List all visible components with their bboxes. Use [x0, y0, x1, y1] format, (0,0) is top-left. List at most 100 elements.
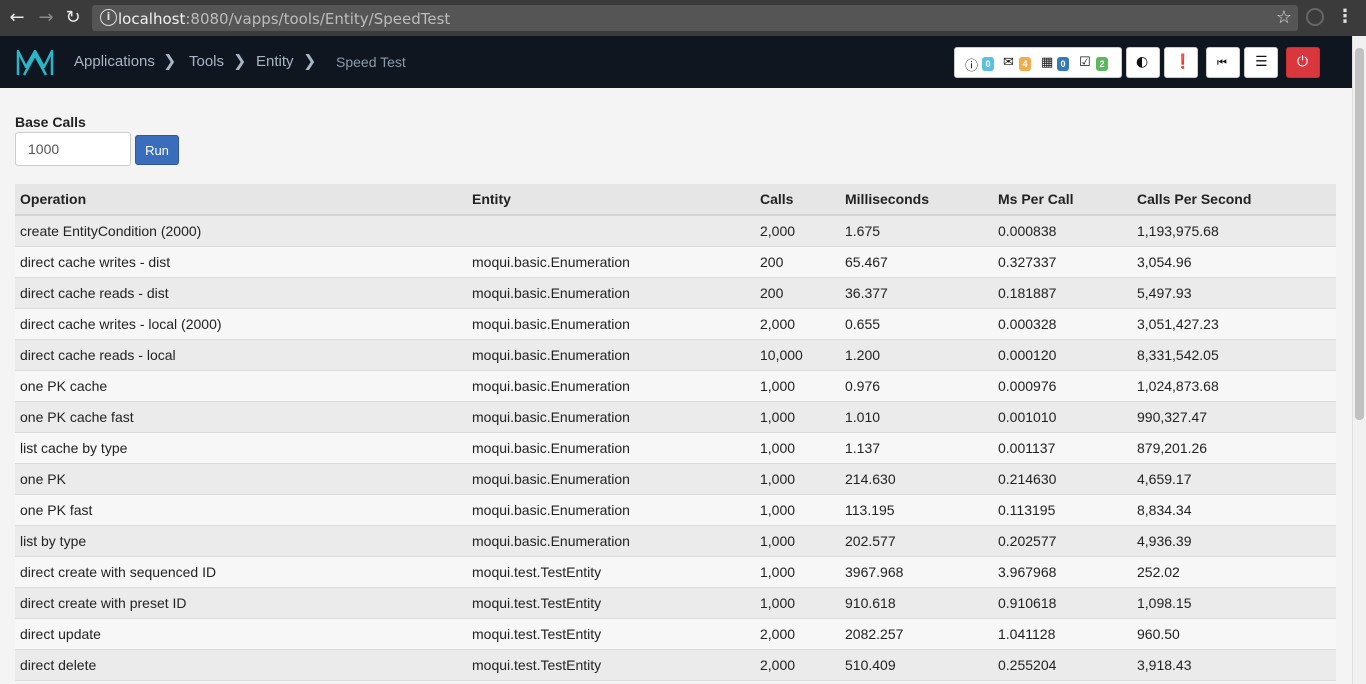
operation-cell: one PK fast [15, 494, 467, 526]
calls-cell: 1,000 [755, 587, 840, 619]
calendar-icon: ▦ [1041, 55, 1054, 70]
column-header-ms-per-call: Ms Per Call [993, 184, 1132, 216]
task-count-badge: 2 [1096, 57, 1108, 71]
operation-cell: one PK cache [15, 370, 467, 402]
calls-per-second-cell: 879,201.26 [1132, 432, 1336, 464]
base-calls-input[interactable] [15, 132, 131, 166]
calls-per-second-cell: 4,936.39 [1132, 525, 1336, 557]
speed-test-results-table: Operation Entity Calls Milliseconds Ms P… [15, 184, 1336, 681]
breadcrumb-tools[interactable]: Tools [189, 53, 224, 70]
calls-per-second-cell: 3,054.96 [1132, 246, 1336, 278]
table-row: create EntityCondition (2000) 2,000 1.675 0… [15, 215, 1336, 247]
table-row: direct create with sequenced ID moqui.tes… [15, 556, 1336, 588]
milliseconds-cell: 2082.257 [840, 618, 993, 650]
scrollbar-thumb[interactable] [1355, 48, 1364, 420]
calls-cell: 2,000 [755, 308, 840, 340]
address-bar[interactable]: i localhost:8080/vapps/tools/Entity/Spee… [92, 5, 1298, 31]
history-back-button[interactable]: ⏮ [1206, 47, 1240, 78]
app-header: Applications ❯ Tools ❯ Entity ❯ Speed Te… [0, 36, 1352, 88]
url-text[interactable]: localhost:8080/vapps/tools/Entity/SpeedT… [118, 10, 450, 28]
screen-list-button[interactable]: ☰ [1244, 47, 1278, 78]
entity-cell: moqui.basic.Enumeration [467, 339, 755, 371]
calls-per-second-cell: 3,918.43 [1132, 649, 1336, 681]
calls-per-second-cell: 960.50 [1132, 618, 1336, 650]
breadcrumb-entity[interactable]: Entity [256, 53, 294, 70]
table-row: direct delete moqui.test.TestEntity 2,000 5… [15, 649, 1336, 681]
operation-cell: direct cache writes - local (2000) [15, 308, 467, 340]
ms-per-call-cell: 0.000976 [993, 370, 1132, 402]
calls-cell: 1,000 [755, 401, 840, 433]
table-row: list by type moqui.basic.Enumeration 1,000… [15, 525, 1336, 557]
kebab-menu-icon[interactable]: ⋮ [1336, 8, 1354, 26]
calls-per-second-cell: 1,024,873.68 [1132, 370, 1336, 402]
theme-toggle-button[interactable]: ◐ [1126, 47, 1160, 78]
site-info-icon[interactable]: i [100, 9, 117, 26]
column-header-milliseconds: Milliseconds [840, 184, 993, 216]
calls-per-second-cell: 252.02 [1132, 556, 1336, 588]
ms-per-call-cell: 0.000120 [993, 339, 1132, 371]
milliseconds-cell: 36.377 [840, 277, 993, 309]
table-row: one PK moqui.basic.Enumeration 1,000 214.63… [15, 463, 1336, 495]
column-header-calls: Calls [755, 184, 840, 216]
operation-cell: direct delete [15, 649, 467, 681]
event-count-badge: 0 [1057, 57, 1069, 71]
operation-cell: one PK cache fast [15, 401, 467, 433]
breadcrumb-applications[interactable]: Applications [74, 53, 155, 70]
milliseconds-cell: 510.409 [840, 649, 993, 681]
table-row: direct cache reads - local moqui.basic.En… [15, 339, 1336, 371]
info-icon: ⓘ [965, 59, 979, 74]
entity-cell: moqui.test.TestEntity [467, 556, 755, 588]
moqui-logo-icon[interactable] [16, 47, 54, 77]
table-row: one PK fast moqui.basic.Enumeration 1,000 1… [15, 494, 1336, 526]
milliseconds-cell: 1.137 [840, 432, 993, 464]
calls-cell: 1,000 [755, 463, 840, 495]
ms-per-call-cell: 1.041128 [993, 618, 1132, 650]
entity-cell: moqui.basic.Enumeration [467, 401, 755, 433]
milliseconds-cell: 202.577 [840, 525, 993, 557]
url-path: :8080/vapps/tools/Entity/SpeedTest [185, 10, 451, 28]
notification-group[interactable]: ⓘ 0 ✉ 4 ▦ 0 ☑ 2 [954, 47, 1122, 78]
task-check-icon: ☑ [1079, 55, 1091, 70]
entity-cell: moqui.test.TestEntity [467, 649, 755, 681]
page-scrollbar[interactable] [1352, 36, 1366, 684]
calls-per-second-cell: 5,497.93 [1132, 277, 1336, 309]
ms-per-call-cell: 0.000328 [993, 308, 1132, 340]
entity-cell: moqui.basic.Enumeration [467, 494, 755, 526]
milliseconds-cell: 1.200 [840, 339, 993, 371]
ms-per-call-cell: 3.967968 [993, 556, 1132, 588]
logout-button[interactable]: ⏻ [1286, 47, 1320, 78]
extension-icon[interactable] [1306, 8, 1324, 26]
ms-per-call-cell: 0.255204 [993, 649, 1132, 681]
milliseconds-cell: 1.675 [840, 215, 993, 247]
column-header-calls-per-second: Calls Per Second [1132, 184, 1336, 216]
reload-icon[interactable]: ↻ [62, 7, 84, 29]
entity-cell: moqui.test.TestEntity [467, 587, 755, 619]
calls-per-second-cell: 990,327.47 [1132, 401, 1336, 433]
calls-cell: 2,000 [755, 618, 840, 650]
table-row: direct create with preset ID moqui.test.T… [15, 587, 1336, 619]
chevron-right-icon: ❯ [163, 51, 177, 70]
message-count-badge: 4 [1019, 57, 1031, 71]
envelope-icon: ✉ [1003, 55, 1014, 70]
calls-per-second-cell: 3,051,427.23 [1132, 308, 1336, 340]
table-body: create EntityCondition (2000) 2,000 1.675 0… [15, 215, 1336, 681]
operation-cell: direct cache reads - dist [15, 277, 467, 309]
forward-arrow-icon[interactable]: → [35, 7, 57, 29]
ms-per-call-cell: 0.000838 [993, 215, 1132, 247]
calls-per-second-cell: 1,193,975.68 [1132, 215, 1336, 247]
milliseconds-cell: 214.630 [840, 463, 993, 495]
entity-cell: moqui.basic.Enumeration [467, 370, 755, 402]
ms-per-call-cell: 0.327337 [993, 246, 1132, 278]
base-calls-label: Base Calls [15, 114, 86, 130]
table-header-row: Operation Entity Calls Milliseconds Ms P… [15, 184, 1336, 216]
alert-button[interactable]: ❗ [1164, 47, 1198, 78]
entity-cell: moqui.test.TestEntity [467, 618, 755, 650]
run-button[interactable]: Run [135, 135, 179, 165]
back-arrow-icon[interactable]: ← [6, 7, 28, 29]
exclamation-circle-icon: ❗ [1174, 54, 1192, 70]
star-icon[interactable]: ☆ [1276, 7, 1292, 28]
chevron-right-icon: ❯ [303, 51, 317, 70]
calls-per-second-cell: 8,834.34 [1132, 494, 1336, 526]
calls-per-second-cell: 8,331,542.05 [1132, 339, 1336, 371]
ms-per-call-cell: 0.113195 [993, 494, 1132, 526]
